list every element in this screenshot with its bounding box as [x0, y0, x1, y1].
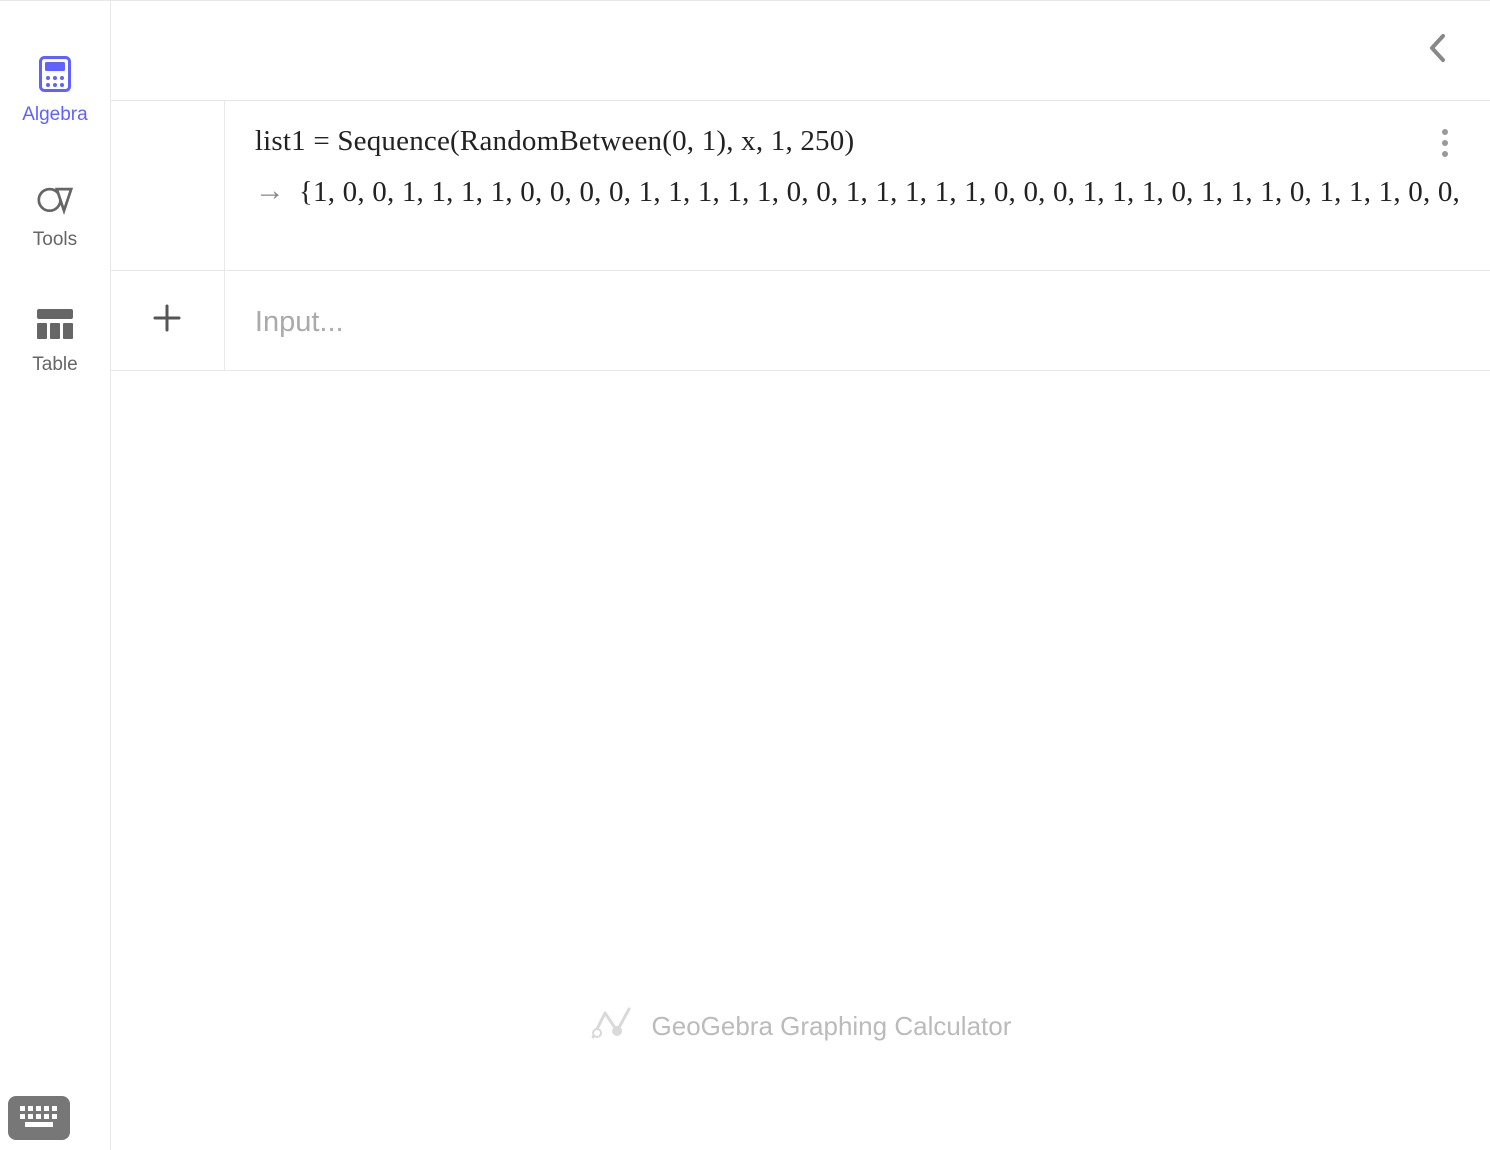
expression-text[interactable]: list1 = Sequence(RandomBetween(0, 1), x,… — [255, 125, 1460, 158]
plus-icon — [152, 303, 182, 338]
row-content: list1 = Sequence(RandomBetween(0, 1), x,… — [225, 101, 1490, 270]
output-arrow-icon: → — [255, 176, 285, 206]
keyboard-button[interactable] — [8, 1096, 70, 1140]
watermark-text: GeoGebra Graphing Calculator — [652, 1011, 1012, 1042]
sidebar-item-tools[interactable]: Tools — [33, 181, 77, 251]
expression-row[interactable]: list1 = Sequence(RandomBetween(0, 1), x,… — [111, 101, 1490, 271]
input-placeholder: Input... — [255, 306, 344, 339]
topbar — [111, 1, 1490, 101]
keyboard-icon — [17, 1103, 61, 1134]
row-more-button[interactable] — [1430, 127, 1460, 163]
more-vertical-icon — [1441, 128, 1449, 163]
sidebar-item-algebra[interactable]: Algebra — [22, 56, 88, 126]
graph-icon — [590, 1003, 634, 1050]
calculator-icon — [37, 56, 73, 92]
chevron-left-icon — [1428, 33, 1448, 68]
tools-icon — [37, 181, 73, 217]
sidebar-item-label: Tools — [33, 229, 77, 251]
output-line: → {1, 0, 0, 1, 1, 1, 1, 0, 0, 0, 0, 1, 1… — [255, 176, 1460, 209]
input-row[interactable]: Input... — [111, 271, 1490, 371]
sidebar: Algebra Tools Table — [0, 1, 111, 1150]
app-root: Algebra Tools Table — [0, 0, 1490, 1150]
row-gutter[interactable] — [111, 271, 225, 370]
sidebar-item-label: Algebra — [22, 104, 88, 126]
row-gutter[interactable] — [111, 101, 225, 270]
watermark: GeoGebra Graphing Calculator — [590, 1003, 1012, 1050]
sidebar-item-label: Table — [32, 354, 77, 376]
table-icon — [37, 306, 73, 342]
collapse-button[interactable] — [1420, 33, 1456, 69]
main-panel: list1 = Sequence(RandomBetween(0, 1), x,… — [111, 1, 1490, 1150]
sidebar-item-table[interactable]: Table — [32, 306, 77, 376]
input-field[interactable]: Input... — [225, 271, 1490, 370]
expression-list: list1 = Sequence(RandomBetween(0, 1), x,… — [111, 101, 1490, 371]
output-text: {1, 0, 0, 1, 1, 1, 1, 0, 0, 0, 0, 1, 1, … — [299, 176, 1460, 209]
